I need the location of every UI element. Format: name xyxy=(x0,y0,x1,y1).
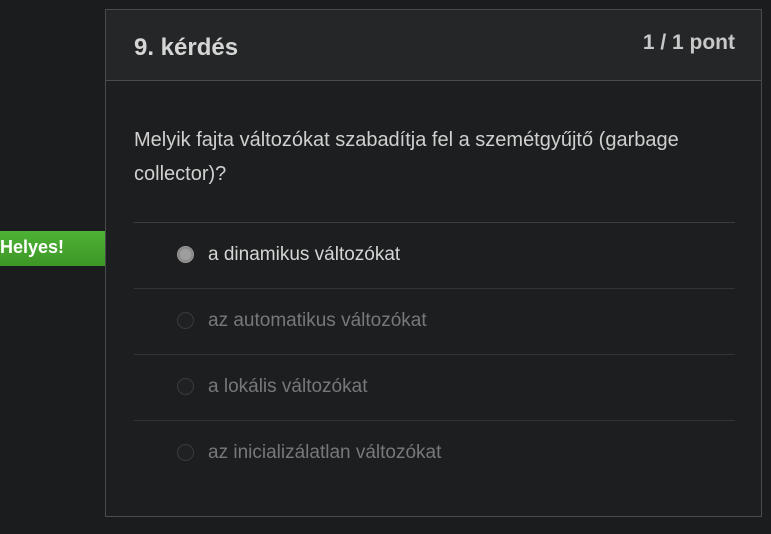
answer-label: a lokális változókat xyxy=(208,376,368,397)
answer-list: a dinamikus változókat az automatikus vá… xyxy=(134,222,735,487)
radio-icon[interactable] xyxy=(177,444,194,461)
answer-label: az automatikus változókat xyxy=(208,310,427,331)
answer-option[interactable]: az automatikus változókat xyxy=(134,289,735,355)
question-points: 1 / 1 pont xyxy=(642,31,735,54)
answer-label: a dinamikus változókat xyxy=(208,244,401,265)
answer-option[interactable]: a lokális változókat xyxy=(134,355,735,421)
radio-selected-icon[interactable] xyxy=(177,246,194,263)
correct-answer-flag-label: Helyes! xyxy=(0,237,65,257)
radio-icon[interactable] xyxy=(177,378,194,395)
question-header: 9. kérdés 1 / 1 pont xyxy=(106,10,761,81)
question-text: Melyik fajta változókat szabadítja fel a… xyxy=(134,129,679,185)
question-title: 9. kérdés xyxy=(134,34,239,61)
answer-option[interactable]: a dinamikus változókat xyxy=(134,223,735,289)
answer-option[interactable]: az inicializálatlan változókat xyxy=(134,421,735,487)
question-card: 9. kérdés 1 / 1 pont Melyik fajta változ… xyxy=(105,9,762,517)
answer-label: az inicializálatlan változókat xyxy=(208,442,442,463)
radio-icon[interactable] xyxy=(177,312,194,329)
